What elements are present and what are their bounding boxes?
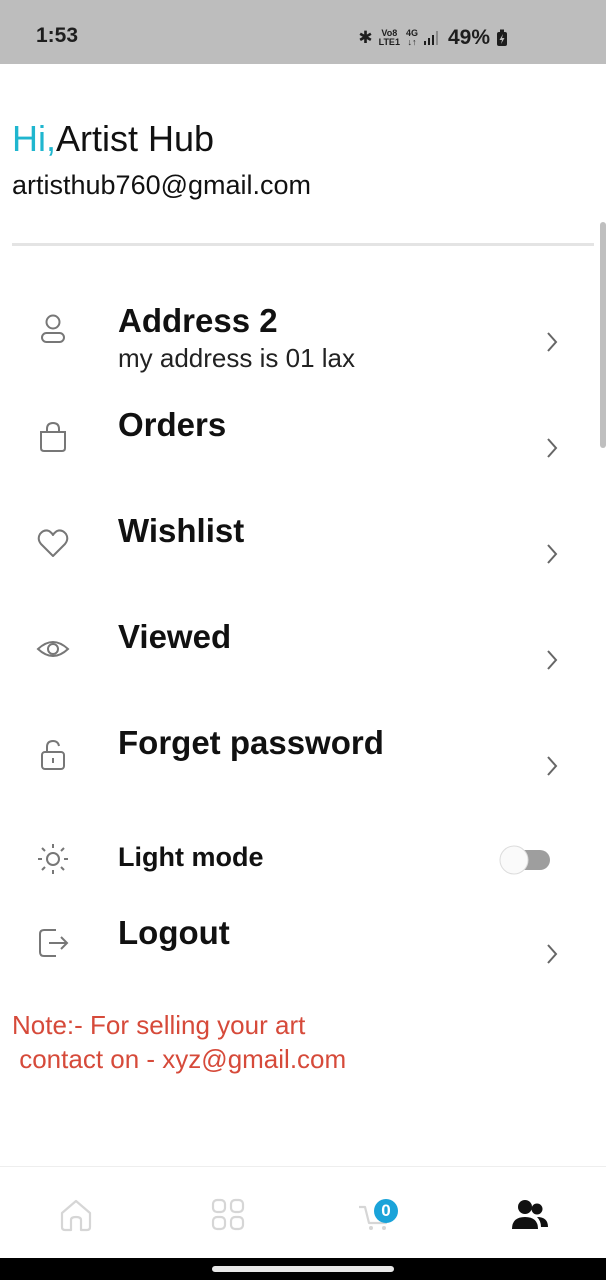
wishlist-label: Wishlist bbox=[118, 512, 245, 549]
chevron-right-icon bbox=[547, 650, 558, 670]
address-title: Address 2 bbox=[118, 302, 278, 339]
profile-screen: 1:53 ✱ Vo8 LTE1 4G ↓↑ 49% Hi,Artist Hub … bbox=[0, 0, 606, 1280]
status-bar: 1:53 ✱ Vo8 LTE1 4G ↓↑ 49% bbox=[0, 0, 606, 64]
battery-icon bbox=[497, 29, 507, 46]
logout-label: Logout bbox=[118, 914, 230, 951]
status-time: 1:53 bbox=[36, 24, 79, 47]
grid-icon[interactable] bbox=[208, 1197, 248, 1233]
person-icon bbox=[41, 314, 65, 343]
home-icon[interactable] bbox=[56, 1197, 96, 1233]
chevron-right-icon bbox=[547, 756, 558, 776]
chevron-right-icon bbox=[547, 438, 558, 458]
bottom-navigation bbox=[0, 1166, 606, 1258]
chevron-right-icon bbox=[547, 944, 558, 964]
signal-icon bbox=[423, 31, 438, 45]
header-divider bbox=[12, 243, 594, 246]
selling-note: Note:- For selling your art contact on -… bbox=[12, 1008, 346, 1076]
menu-item-orders[interactable]: Orders bbox=[0, 400, 606, 500]
light-mode-label: Light mode bbox=[118, 842, 264, 872]
lte-label: LTE1 bbox=[378, 37, 400, 47]
light-mode-toggle[interactable] bbox=[498, 844, 552, 876]
chevron-right-icon bbox=[547, 544, 558, 564]
forget-password-label: Forget password bbox=[118, 724, 384, 761]
greeting: Hi,Artist Hub bbox=[12, 118, 214, 160]
menu-item-light-mode: Light mode bbox=[0, 830, 606, 890]
cart-badge: 0 bbox=[374, 1199, 398, 1223]
address-subtitle: my address is 01 lax bbox=[118, 343, 355, 373]
network-indicator: 4G ↓↑ bbox=[406, 29, 418, 47]
home-indicator[interactable] bbox=[212, 1266, 394, 1272]
logout-icon bbox=[39, 929, 69, 957]
menu-item-logout[interactable]: Logout bbox=[0, 908, 606, 1008]
eye-icon bbox=[36, 641, 70, 657]
battery-level: 49% bbox=[447, 26, 490, 49]
user-email: artisthub760@gmail.com bbox=[12, 170, 312, 200]
orders-label: Orders bbox=[118, 406, 227, 443]
status-icons: ✱ Vo8 LTE1 4G ↓↑ 49% bbox=[358, 24, 508, 52]
system-navigation-bar bbox=[0, 1258, 606, 1280]
menu-item-address[interactable]: Address 2 my address is 01 lax bbox=[0, 290, 606, 390]
greeting-hi: Hi, bbox=[12, 118, 56, 159]
chevron-right-icon bbox=[547, 332, 558, 352]
note-line-1: Note:- For selling your art bbox=[12, 1010, 306, 1040]
profile-icon[interactable] bbox=[510, 1197, 550, 1233]
menu-item-viewed[interactable]: Viewed bbox=[0, 612, 606, 712]
heart-icon bbox=[37, 529, 69, 557]
menu-item-wishlist[interactable]: Wishlist bbox=[0, 506, 606, 606]
shopping-bag-icon bbox=[40, 421, 66, 452]
volte-indicator: Vo8 LTE1 bbox=[379, 29, 400, 47]
menu-item-forget-password[interactable]: Forget password bbox=[0, 718, 606, 818]
unlock-icon bbox=[41, 739, 65, 770]
note-line-2: contact on - xyz@gmail.com bbox=[12, 1044, 347, 1074]
network-arrows: ↓↑ bbox=[407, 37, 417, 47]
user-name: Artist Hub bbox=[56, 118, 215, 159]
bluetooth-icon: ✱ bbox=[358, 28, 373, 47]
viewed-label: Viewed bbox=[118, 618, 232, 655]
sun-icon bbox=[38, 844, 68, 874]
